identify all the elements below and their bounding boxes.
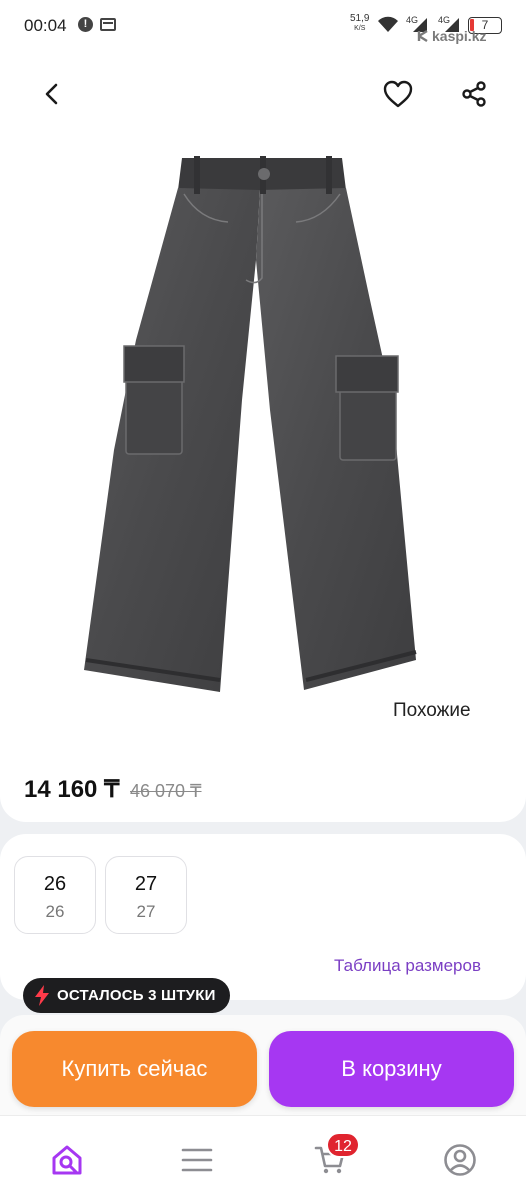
kaspi-logo-icon: [417, 29, 428, 43]
alert-icon: !: [78, 17, 93, 32]
size-option[interactable]: 26 26: [14, 856, 96, 934]
size-sub-label: 26: [45, 902, 65, 921]
back-arrow-icon: [45, 83, 58, 105]
watermark: kaspi.kz: [432, 28, 487, 44]
share-icon: [462, 81, 486, 107]
price-old: 46 070 ₸: [130, 781, 202, 801]
wifi-icon: [378, 16, 398, 32]
tab-catalog[interactable]: [175, 1138, 219, 1182]
size-option[interactable]: 27 27: [105, 856, 187, 934]
back-button[interactable]: [30, 72, 74, 116]
stock-badge: ОСТАЛОСЬ 3 ШТУКИ: [23, 978, 230, 1013]
price-current: 14 160 ₸: [24, 776, 120, 803]
stock-label: ОСТАЛОСЬ 3 ШТУКИ: [57, 987, 216, 1004]
profile-icon: [444, 1144, 476, 1176]
cart-count-badge: 12: [326, 1132, 360, 1158]
product-image[interactable]: [70, 150, 430, 695]
size-label: 27: [134, 873, 158, 895]
size-sub-label: 27: [136, 902, 156, 921]
status-bar: 00:04 ! 51,9 K/S 4G 4G 7 kaspi.kz: [0, 0, 526, 52]
menu-icon: [181, 1148, 213, 1172]
speed-value: 51,9: [350, 13, 370, 24]
tab-bar: [0, 1115, 526, 1200]
share-button[interactable]: [452, 72, 496, 116]
network-speed: 51,9 K/S: [350, 14, 369, 34]
size-label: 26: [43, 873, 67, 895]
card-icon: [100, 18, 116, 31]
heart-icon: [383, 80, 413, 108]
size-card: 26 26 27 27 Таблица размеров: [0, 834, 526, 1000]
tab-home[interactable]: [45, 1138, 89, 1182]
status-time: 00:04: [24, 16, 67, 35]
favorite-button[interactable]: [376, 72, 420, 116]
add-to-cart-button[interactable]: В корзину: [269, 1031, 514, 1107]
buy-now-button[interactable]: Купить сейчас: [12, 1031, 257, 1107]
home-search-icon: [52, 1145, 82, 1175]
tab-profile[interactable]: [438, 1138, 482, 1182]
similar-link[interactable]: Похожие: [393, 700, 471, 722]
size-table-link[interactable]: Таблица размеров: [334, 956, 481, 976]
speed-unit: K/S: [354, 25, 366, 32]
bolt-icon: [35, 985, 49, 1006]
